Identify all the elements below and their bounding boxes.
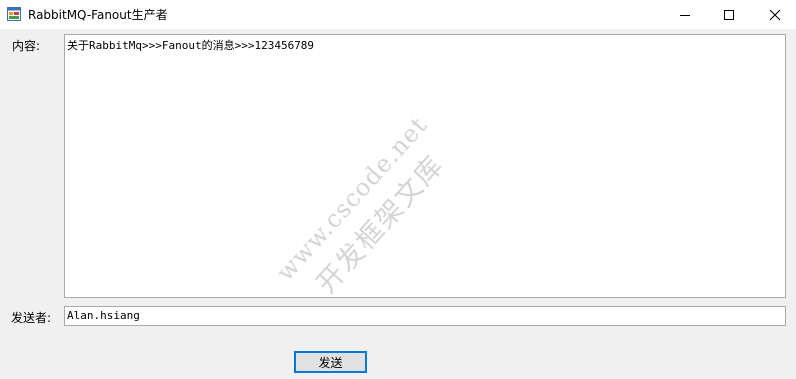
maximize-button[interactable] xyxy=(706,0,752,29)
sender-input[interactable]: Alan.hsiang xyxy=(64,306,786,326)
window-title: RabbitMQ-Fanout生产者 xyxy=(28,8,168,22)
close-icon xyxy=(769,9,781,20)
sender-label: 发送者: xyxy=(11,311,52,325)
minimize-icon xyxy=(680,14,690,16)
minimize-button[interactable] xyxy=(662,0,708,29)
sender-value: Alan.hsiang xyxy=(67,309,140,322)
title-bar[interactable]: RabbitMQ-Fanout生产者 xyxy=(0,0,796,29)
send-button-label: 发送 xyxy=(318,355,343,370)
maximize-icon xyxy=(724,9,734,20)
app-window: RabbitMQ-Fanout生产者 内容: 关于RabbitMq>>>Fano… xyxy=(0,0,796,379)
close-button[interactable] xyxy=(752,0,796,29)
send-button[interactable]: 发送 xyxy=(294,351,367,373)
content-textarea[interactable]: 关于RabbitMq>>>Fanout的消息>>>123456789 xyxy=(64,34,786,298)
content-value: 关于RabbitMq>>>Fanout的消息>>>123456789 xyxy=(67,39,315,52)
content-label: 内容: xyxy=(12,39,41,53)
app-form-icon xyxy=(7,7,21,21)
